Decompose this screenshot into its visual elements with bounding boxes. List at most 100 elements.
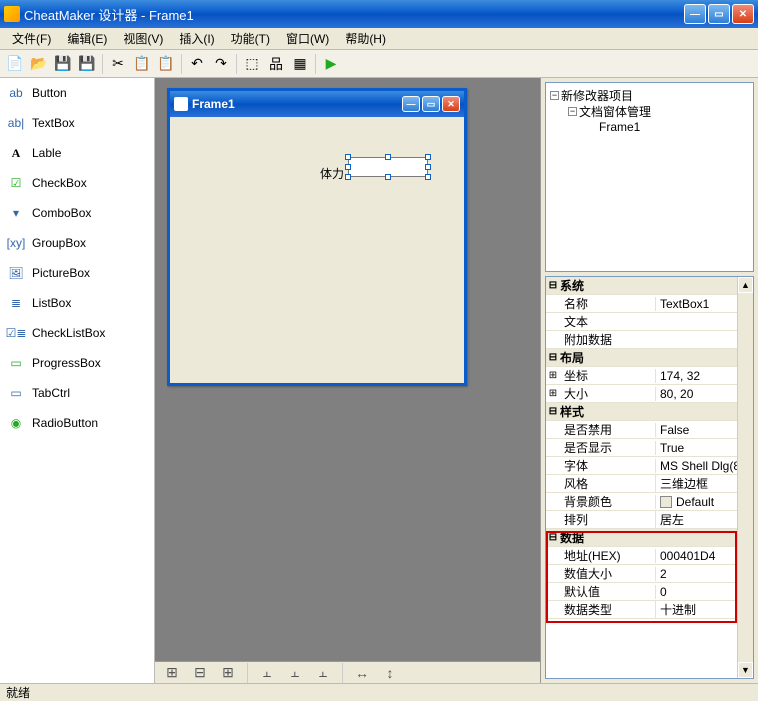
- paste-icon[interactable]: 📋: [155, 53, 177, 75]
- tree-root[interactable]: 新修改器项目: [561, 87, 633, 104]
- right-panel: −新修改器项目 −文档窗体管理 Frame1 ⊟系统 名称TextBox1 文本…: [540, 78, 758, 683]
- layout-icon[interactable]: 品: [265, 53, 287, 75]
- copy-icon[interactable]: 📋: [131, 53, 153, 75]
- cut-icon[interactable]: ✂: [107, 53, 129, 75]
- prop-font[interactable]: 字体MS Shell Dlg(8): [546, 457, 753, 475]
- prop-pos[interactable]: ⊞坐标174, 32: [546, 367, 753, 385]
- menu-window[interactable]: 窗口(W): [278, 28, 337, 49]
- prop-align[interactable]: 排列居左: [546, 511, 753, 529]
- prop-extra[interactable]: 附加数据: [546, 331, 753, 349]
- menu-func[interactable]: 功能(T): [223, 28, 278, 49]
- prop-default[interactable]: 默认值0: [546, 583, 753, 601]
- prop-size[interactable]: ⊞大小80, 20: [546, 385, 753, 403]
- prop-text[interactable]: 文本: [546, 313, 753, 331]
- color-swatch-icon: [660, 496, 672, 508]
- form-body[interactable]: 体力: [170, 117, 464, 383]
- prop-disabled[interactable]: 是否禁用False: [546, 421, 753, 439]
- menu-view[interactable]: 视图(V): [115, 28, 171, 49]
- toolbar-separator: [181, 54, 182, 74]
- prop-addr[interactable]: 地址(HEX)000401D4: [546, 547, 753, 565]
- form-minimize-button[interactable]: —: [402, 96, 420, 112]
- hp-label[interactable]: 体力: [320, 165, 344, 182]
- menu-bar: 文件(F) 编辑(E) 视图(V) 插入(I) 功能(T) 窗口(W) 帮助(H…: [0, 28, 758, 50]
- toolbar-separator: [342, 663, 343, 683]
- tree-node[interactable]: 文档窗体管理: [579, 103, 651, 120]
- app-icon: [4, 6, 20, 22]
- align-center-icon[interactable]: ⊟: [189, 662, 211, 684]
- button-icon: ab: [8, 85, 24, 101]
- toolbox-label: GroupBox: [32, 236, 86, 250]
- prop-category-layout[interactable]: ⊟布局: [546, 349, 753, 367]
- textbox-component[interactable]: [348, 157, 428, 177]
- toolbar-separator: [247, 663, 248, 683]
- tool-bar: 📄 📂 💾 💾 ✂ 📋 📋 ↶ ↷ ⬚ 品 ▦ ▶: [0, 50, 758, 78]
- maximize-button[interactable]: ▭: [708, 4, 730, 24]
- save-icon[interactable]: 💾: [52, 53, 74, 75]
- scroll-down-icon[interactable]: ▼: [738, 662, 753, 678]
- status-text: 就绪: [6, 684, 30, 701]
- toolbox-tabctrl[interactable]: ▭TabCtrl: [0, 378, 154, 408]
- tree-collapse-icon[interactable]: −: [568, 107, 577, 116]
- tree-collapse-icon[interactable]: −: [550, 91, 559, 100]
- menu-insert[interactable]: 插入(I): [171, 28, 222, 49]
- redo-icon[interactable]: ↷: [210, 53, 232, 75]
- menu-help[interactable]: 帮助(H): [337, 28, 394, 49]
- design-canvas[interactable]: Frame1 — ▭ ✕ 体力: [155, 78, 540, 661]
- align-bottom-icon[interactable]: ⫠: [312, 662, 334, 684]
- toolbox-label[interactable]: ALable: [0, 138, 154, 168]
- select-icon[interactable]: ⬚: [241, 53, 263, 75]
- prop-valsize[interactable]: 数值大小2: [546, 565, 753, 583]
- tree-leaf[interactable]: Frame1: [599, 120, 640, 134]
- prop-dtype[interactable]: 数据类型十进制: [546, 601, 753, 619]
- same-width-icon[interactable]: ↔: [351, 662, 373, 684]
- open-icon[interactable]: 📂: [28, 53, 50, 75]
- project-tree[interactable]: −新修改器项目 −文档窗体管理 Frame1: [545, 82, 754, 272]
- same-height-icon[interactable]: ↕: [379, 662, 401, 684]
- toolbox-picturebox[interactable]: 🖼PictureBox: [0, 258, 154, 288]
- form-close-button[interactable]: ✕: [442, 96, 460, 112]
- scroll-up-icon[interactable]: ▲: [738, 277, 753, 293]
- menu-edit[interactable]: 编辑(E): [59, 28, 115, 49]
- align-middle-icon[interactable]: ⫠: [284, 662, 306, 684]
- saveall-icon[interactable]: 💾: [76, 53, 98, 75]
- combobox-icon: ▾: [8, 205, 24, 221]
- prop-category-system[interactable]: ⊟系统: [546, 277, 753, 295]
- prop-name[interactable]: 名称TextBox1: [546, 295, 753, 313]
- design-area: Frame1 — ▭ ✕ 体力: [155, 78, 540, 683]
- textbox-icon: ab|: [8, 115, 24, 131]
- prop-bg[interactable]: 背景颜色Default: [546, 493, 753, 511]
- toolbox-progressbox[interactable]: ▭ProgressBox: [0, 348, 154, 378]
- toolbox-radiobutton[interactable]: ◉RadioButton: [0, 408, 154, 438]
- align-top-icon[interactable]: ⫠: [256, 662, 278, 684]
- new-icon[interactable]: 📄: [4, 53, 26, 75]
- toolbox-textbox[interactable]: ab|TextBox: [0, 108, 154, 138]
- form-maximize-button[interactable]: ▭: [422, 96, 440, 112]
- align-toolbar: ⊞ ⊟ ⊞ ⫠ ⫠ ⫠ ↔ ↕: [155, 661, 540, 683]
- undo-icon[interactable]: ↶: [186, 53, 208, 75]
- checklistbox-icon: ☑≣: [8, 325, 24, 341]
- align-right-icon[interactable]: ⊞: [217, 662, 239, 684]
- menu-file[interactable]: 文件(F): [4, 28, 59, 49]
- toolbox-checklistbox[interactable]: ☑≣CheckListBox: [0, 318, 154, 348]
- form-title: Frame1: [192, 97, 235, 111]
- toolbox-button[interactable]: abButton: [0, 78, 154, 108]
- align-left-icon[interactable]: ⊞: [161, 662, 183, 684]
- toolbar-separator: [236, 54, 237, 74]
- prop-category-style[interactable]: ⊟样式: [546, 403, 753, 421]
- toolbox-listbox[interactable]: ≣ListBox: [0, 288, 154, 318]
- toolbox-label: ListBox: [32, 296, 71, 310]
- toolbox-combobox[interactable]: ▾ ComboBox: [0, 198, 154, 228]
- grid-icon[interactable]: ▦: [289, 53, 311, 75]
- close-button[interactable]: ✕: [732, 4, 754, 24]
- toolbox-checkbox[interactable]: ☑CheckBox: [0, 168, 154, 198]
- run-icon[interactable]: ▶: [320, 53, 342, 75]
- design-form[interactable]: Frame1 — ▭ ✕ 体力: [167, 88, 467, 386]
- prop-visible[interactable]: 是否显示True: [546, 439, 753, 457]
- property-scrollbar[interactable]: ▲ ▼: [737, 277, 753, 678]
- prop-border[interactable]: 风格三维边框: [546, 475, 753, 493]
- toolbox-groupbox[interactable]: [xy]GroupBox: [0, 228, 154, 258]
- toolbox-label: CheckBox: [32, 176, 87, 190]
- toolbox-label: ComboBox: [32, 206, 91, 220]
- prop-category-data[interactable]: ⊟数据: [546, 529, 753, 547]
- minimize-button[interactable]: —: [684, 4, 706, 24]
